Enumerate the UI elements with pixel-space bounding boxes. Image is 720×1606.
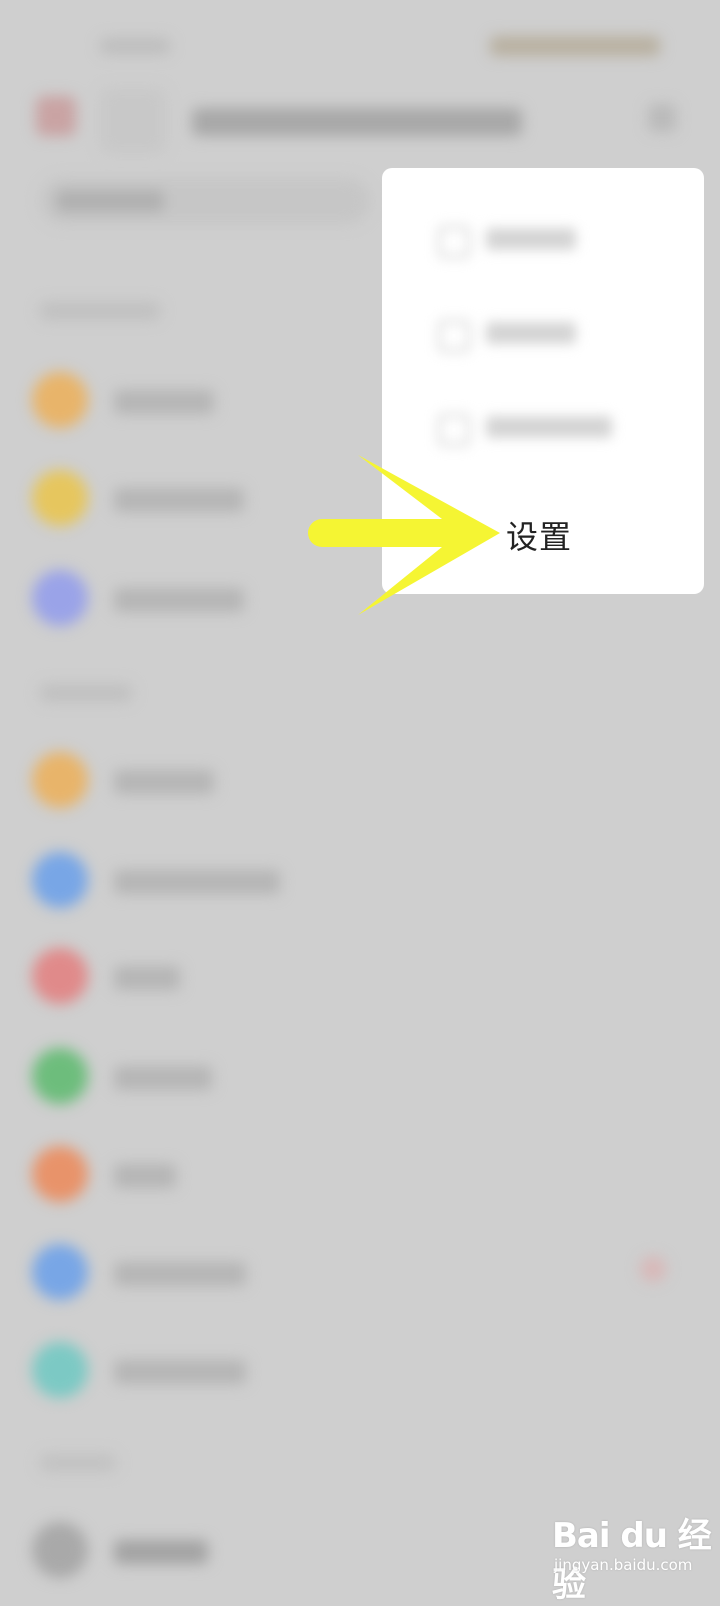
list-item[interactable] (114, 1540, 208, 1564)
badge-dot (640, 1256, 666, 1282)
header-title (192, 108, 522, 136)
back-icon[interactable] (36, 96, 76, 136)
settings-menu-item[interactable]: 设置 (506, 512, 572, 558)
list-item[interactable] (114, 390, 214, 414)
list-item[interactable] (114, 1164, 176, 1188)
list-item[interactable] (114, 870, 280, 894)
list-item[interactable] (114, 1066, 212, 1090)
list-item[interactable] (114, 488, 244, 512)
list-item-icon (32, 570, 88, 626)
list-item[interactable] (114, 588, 244, 612)
arrow-pointer-icon (308, 455, 500, 615)
menu-item-icon (438, 320, 470, 352)
list-item-icon (32, 1048, 88, 1104)
list-item-icon (32, 372, 88, 428)
list-item[interactable] (114, 770, 214, 794)
menu-item-1[interactable] (486, 228, 576, 250)
list-item-icon (32, 470, 88, 526)
menu-item-icon (438, 226, 470, 258)
section-header-3 (40, 1454, 116, 1472)
status-time (100, 38, 170, 54)
search-placeholder (56, 190, 164, 212)
list-item-icon (32, 1244, 88, 1300)
more-icon[interactable] (648, 104, 676, 132)
watermark-url: jingyan.baidu.com (554, 1556, 693, 1574)
avatar[interactable] (100, 88, 166, 154)
list-item-icon (32, 852, 88, 908)
arrow-shape (308, 455, 500, 615)
list-item[interactable] (114, 1262, 246, 1286)
menu-item-3[interactable] (486, 416, 612, 438)
list-item[interactable] (114, 966, 180, 990)
watermark: Bai du 经验 jingyan.baidu.com (552, 1508, 712, 1605)
list-item[interactable] (114, 1360, 246, 1384)
status-icons (490, 36, 660, 56)
screen: 设置 Bai du 经验 jingyan.baidu.com (0, 0, 720, 1605)
list-item-icon (32, 752, 88, 808)
list-item-icon (32, 1146, 88, 1202)
list-item-icon (32, 1522, 88, 1578)
list-item-icon (32, 948, 88, 1004)
list-item-icon (32, 1342, 88, 1398)
menu-item-icon (438, 414, 470, 446)
section-header-1 (40, 302, 160, 320)
menu-item-2[interactable] (486, 322, 576, 344)
section-header-2 (40, 684, 132, 702)
